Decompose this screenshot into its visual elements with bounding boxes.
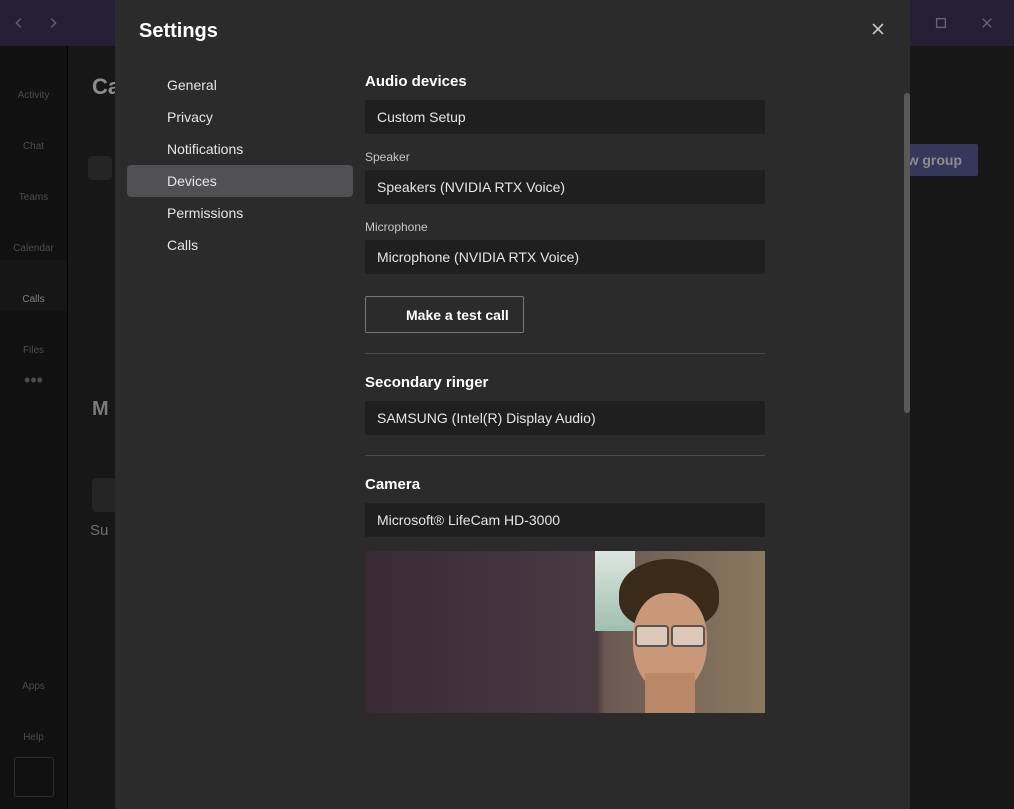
headset-icon [137, 172, 155, 190]
camera-title: Camera [365, 476, 882, 493]
audio-devices-title: Audio devices [365, 73, 882, 90]
nav-label: Calls [167, 237, 198, 253]
modal-close-button[interactable] [870, 21, 886, 42]
microphone-label: Microphone [365, 220, 882, 234]
secondary-ringer-select[interactable]: SAMSUNG (Intel(R) Display Audio) [365, 401, 765, 435]
speaker-label: Speaker [365, 150, 882, 164]
select-value: Microsoft® LifeCam HD-3000 [377, 512, 560, 528]
settings-modal: Settings General Privacy Notifications [115, 0, 910, 809]
nav-item-notifications[interactable]: Notifications [127, 133, 353, 165]
permissions-icon [137, 204, 155, 222]
scrollbar[interactable] [904, 93, 910, 413]
camera-select[interactable]: Microsoft® LifeCam HD-3000 [365, 503, 765, 537]
chevron-down-icon [739, 249, 755, 265]
chevron-down-icon [739, 410, 755, 426]
gear-icon [137, 76, 155, 94]
settings-content[interactable]: Audio devices Custom Setup Speaker Speak… [365, 53, 910, 809]
nav-label: Privacy [167, 109, 213, 125]
modal-header: Settings [115, 0, 910, 53]
nav-item-permissions[interactable]: Permissions [127, 197, 353, 229]
nav-label: Devices [167, 173, 217, 189]
camera-preview [365, 551, 765, 713]
make-test-call-button[interactable]: Make a test call [365, 296, 524, 333]
test-call-icon [380, 305, 396, 324]
lock-icon [137, 108, 155, 126]
divider [365, 455, 765, 456]
audio-setup-select[interactable]: Custom Setup [365, 100, 765, 134]
settings-nav: General Privacy Notifications Devices Pe… [115, 53, 365, 809]
nav-label: General [167, 77, 217, 93]
select-value: Custom Setup [377, 109, 466, 125]
phone-icon [137, 236, 155, 254]
nav-item-calls[interactable]: Calls [127, 229, 353, 261]
select-value: Speakers (NVIDIA RTX Voice) [377, 179, 565, 195]
bell-icon [137, 140, 155, 158]
chevron-down-icon [739, 179, 755, 195]
nav-label: Notifications [167, 141, 243, 157]
chevron-down-icon [739, 512, 755, 528]
modal-overlay[interactable]: Settings General Privacy Notifications [0, 0, 1014, 809]
microphone-select[interactable]: Microphone (NVIDIA RTX Voice) [365, 240, 765, 274]
secondary-ringer-title: Secondary ringer [365, 374, 882, 391]
modal-title: Settings [139, 20, 218, 43]
nav-item-privacy[interactable]: Privacy [127, 101, 353, 133]
select-value: SAMSUNG (Intel(R) Display Audio) [377, 410, 596, 426]
nav-item-devices[interactable]: Devices [127, 165, 353, 197]
select-value: Microphone (NVIDIA RTX Voice) [377, 249, 579, 265]
speaker-select[interactable]: Speakers (NVIDIA RTX Voice) [365, 170, 765, 204]
divider [365, 353, 765, 354]
nav-item-general[interactable]: General [127, 69, 353, 101]
test-call-label: Make a test call [406, 307, 509, 323]
nav-label: Permissions [167, 205, 243, 221]
chevron-down-icon [739, 109, 755, 125]
